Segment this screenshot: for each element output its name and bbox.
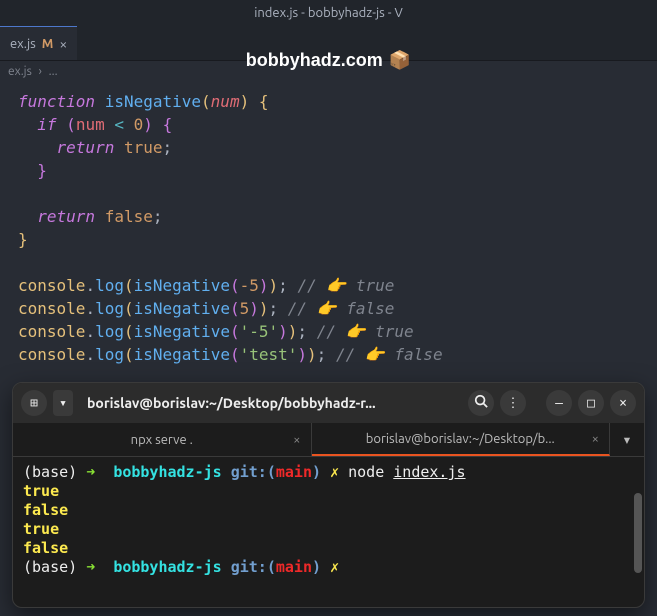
terminal-tab-2[interactable]: borislav@borislav:~/Desktop/b... ×	[312, 423, 611, 456]
terminal-minimize-button[interactable]: —	[546, 390, 572, 416]
terminal-output: false	[23, 539, 634, 558]
breadcrumb-file: ex.js	[8, 65, 32, 78]
terminal-line: (base) ➜ bobbyhadz-js git:(main) ✗ node …	[23, 463, 634, 482]
editor-tab-active[interactable]: ex.js M ×	[0, 26, 77, 60]
terminal-tab-label: npx serve .	[131, 433, 193, 447]
tab-close-icon[interactable]: ×	[592, 432, 599, 446]
window-title-bar: index.js - bobbyhadz-js - V	[0, 0, 657, 26]
terminal-tab-menu[interactable]: ▾	[610, 423, 644, 456]
search-icon	[474, 394, 488, 412]
tab-close-icon[interactable]: ×	[293, 433, 300, 447]
minimize-icon: —	[555, 396, 563, 411]
close-icon: ×	[619, 396, 627, 411]
code-line: console.log(isNegative(-5)); // 👉️ true	[18, 274, 639, 297]
editor-tab-bar: ex.js M ×	[0, 26, 657, 61]
terminal-line: (base) ➜ bobbyhadz-js git:(main) ✗	[23, 558, 634, 577]
code-line: console.log(isNegative(5)); // 👉️ false	[18, 297, 639, 320]
terminal-output: false	[23, 501, 634, 520]
window-title: index.js - bobbyhadz-js - V	[254, 6, 403, 20]
terminal-output: true	[23, 482, 634, 501]
terminal-tab-label: borislav@borislav:~/Desktop/b...	[366, 432, 555, 446]
terminal-tab-1[interactable]: npx serve . ×	[13, 423, 312, 456]
code-line: }	[18, 159, 639, 182]
breadcrumb-separator: ›	[39, 65, 42, 78]
terminal-body[interactable]: (base) ➜ bobbyhadz-js git:(main) ✗ node …	[13, 457, 644, 583]
terminal-scrollbar[interactable]	[634, 493, 642, 573]
terminal-dropdown-button[interactable]: ▾	[53, 390, 73, 416]
terminal-menu-button[interactable]: ⋮	[500, 390, 526, 416]
chevron-down-icon: ▾	[622, 430, 632, 449]
code-line	[18, 182, 639, 205]
terminal-output: true	[23, 520, 634, 539]
code-line: console.log(isNegative('-5')); // 👉️ tru…	[18, 320, 639, 343]
tab-close-icon[interactable]: ×	[59, 36, 67, 52]
code-editor[interactable]: function isNegative(num) { if (num < 0) …	[0, 82, 657, 374]
chevron-down-icon: ▾	[59, 396, 67, 411]
terminal-window: ⊞ ▾ borislav@borislav:~/Desktop/bobbyhad…	[12, 382, 645, 608]
code-line: function isNegative(num) {	[18, 90, 639, 113]
code-line: }	[18, 228, 639, 251]
breadcrumb[interactable]: ex.js › ...	[0, 61, 657, 82]
terminal-title: borislav@borislav:~/Desktop/bobbyhadz-r.…	[79, 395, 462, 411]
maximize-icon: □	[587, 396, 595, 411]
terminal-header: ⊞ ▾ borislav@borislav:~/Desktop/bobbyhad…	[13, 383, 644, 423]
menu-icon: ⋮	[507, 396, 520, 411]
terminal-search-button[interactable]	[468, 390, 494, 416]
code-line: if (num < 0) {	[18, 113, 639, 136]
code-line: return true;	[18, 136, 639, 159]
code-line: return false;	[18, 205, 639, 228]
breadcrumb-rest: ...	[49, 65, 58, 78]
terminal-tab-bar: npx serve . × borislav@borislav:~/Deskto…	[13, 423, 644, 457]
terminal-new-tab-button[interactable]: ⊞	[21, 390, 47, 416]
terminal-maximize-button[interactable]: □	[578, 390, 604, 416]
tab-modified-indicator: M	[42, 37, 54, 51]
code-line	[18, 251, 639, 274]
new-tab-icon: ⊞	[30, 396, 38, 411]
tab-filename: ex.js	[10, 37, 36, 51]
terminal-close-button[interactable]: ×	[610, 390, 636, 416]
code-line: console.log(isNegative('test')); // 👉️ f…	[18, 343, 639, 366]
